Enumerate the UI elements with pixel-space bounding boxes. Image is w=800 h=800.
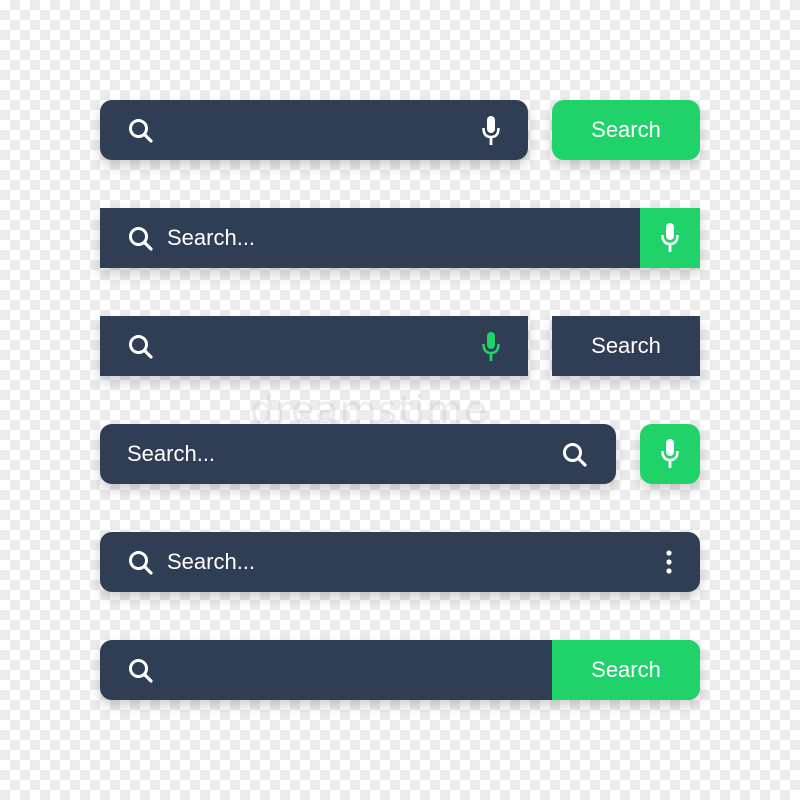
search-bar-4[interactable]: Search... [100,424,616,484]
search-button-6[interactable]: Search [552,640,700,700]
microphone-icon[interactable] [481,115,501,147]
search-icon[interactable] [562,442,588,468]
search-bar-2[interactable]: Search... [100,208,700,268]
search-button-1[interactable]: Search [552,100,700,160]
search-bar-3[interactable] [100,316,528,376]
search-placeholder: Search... [167,225,256,250]
microphone-icon[interactable] [481,331,501,363]
microphone-button-2[interactable] [640,208,700,268]
search-placeholder: Search... [167,549,256,574]
search-button-label: Search [591,117,661,142]
search-icon [129,119,153,143]
search-bar-6[interactable]: Search [100,640,700,700]
search-placeholder: Search... [127,441,216,466]
search-bar-1[interactable] [100,100,528,160]
microphone-icon [661,223,679,252]
search-button-label: Search [591,333,661,358]
search-button-label: Search [591,657,661,682]
search-icon [129,335,153,359]
search-bar-5[interactable]: Search... [100,532,700,592]
microphone-button-4[interactable] [640,424,700,484]
more-vertical-icon[interactable] [664,550,674,574]
search-button-3[interactable]: Search [552,316,700,376]
search-icon [129,227,153,251]
search-icon [129,551,153,575]
search-icon [129,659,153,683]
microphone-icon [661,439,679,468]
